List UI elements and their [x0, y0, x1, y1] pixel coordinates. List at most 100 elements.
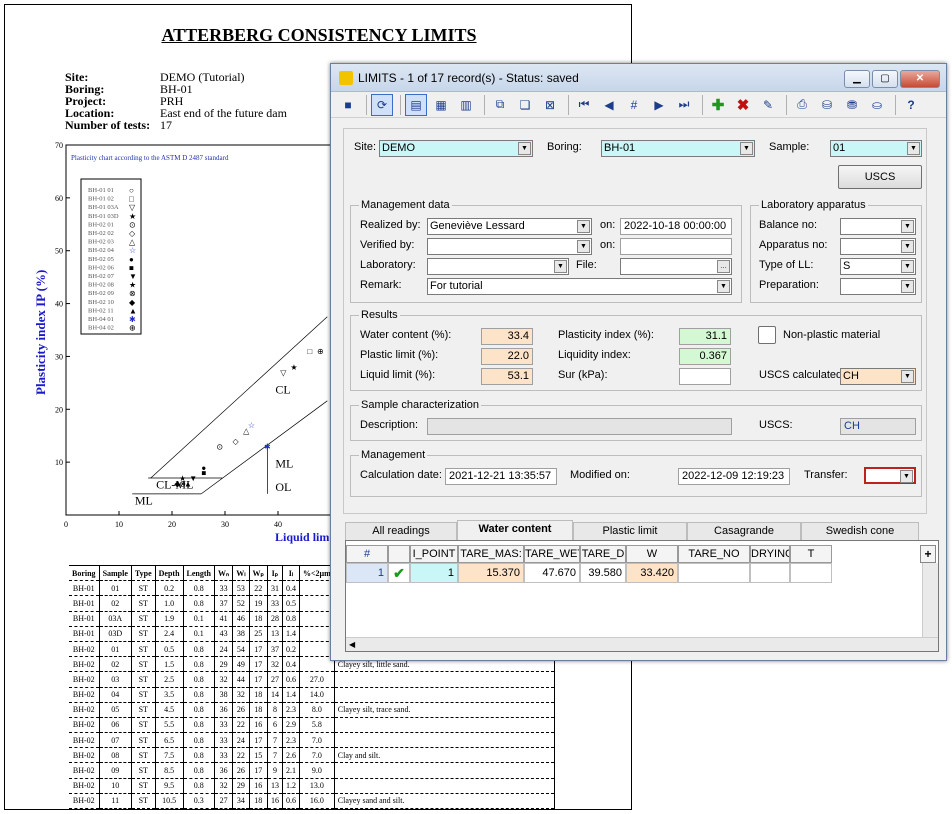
- chevron-down-icon[interactable]: ▼: [901, 370, 914, 383]
- type-ll-select[interactable]: S ▼: [840, 258, 916, 275]
- grid-cell[interactable]: 1: [410, 563, 458, 583]
- grid-view-icon[interactable]: ▦: [430, 94, 452, 116]
- grid-header-cell[interactable]: W: [626, 545, 678, 563]
- preparation-select[interactable]: ▼: [840, 278, 916, 295]
- remark-select[interactable]: For tutorial ▼: [427, 278, 732, 295]
- delete-record-icon[interactable]: ✖: [732, 94, 754, 116]
- add-column-icon[interactable]: +: [920, 545, 936, 563]
- non-plastic-checkbox[interactable]: [758, 326, 776, 344]
- check-icon[interactable]: ✔: [388, 563, 410, 583]
- database-export-icon[interactable]: ⛃: [841, 94, 863, 116]
- sample-select[interactable]: 01 ▼: [830, 140, 922, 157]
- description-input[interactable]: [427, 418, 732, 435]
- tab-all-readings[interactable]: All readings: [345, 522, 457, 540]
- chevron-down-icon[interactable]: ▼: [901, 280, 914, 293]
- grid-cell[interactable]: 33.420: [626, 563, 678, 583]
- realized-select[interactable]: Geneviève Lessard ▼: [427, 218, 592, 235]
- grid-header-cell[interactable]: I_POINT: [410, 545, 458, 563]
- chevron-down-icon[interactable]: ▼: [577, 240, 590, 253]
- chevron-down-icon[interactable]: ▼: [901, 260, 914, 273]
- site-select[interactable]: DEMO ▼: [379, 140, 533, 157]
- table-cell: 0.8: [183, 762, 216, 779]
- data-point: ◇: [233, 437, 240, 446]
- grid-cell[interactable]: [750, 563, 790, 583]
- copy-record-icon[interactable]: ⧉: [489, 94, 511, 116]
- refresh-icon[interactable]: ⟳: [371, 93, 393, 116]
- add-record-icon[interactable]: ✚: [707, 94, 729, 116]
- chevron-down-icon[interactable]: ▼: [901, 220, 914, 233]
- grid-cell[interactable]: 1: [346, 563, 388, 583]
- list-view-icon[interactable]: ▥: [455, 94, 477, 116]
- uscs-button[interactable]: USCS: [838, 165, 922, 189]
- chevron-down-icon[interactable]: ▼: [717, 280, 730, 293]
- boring-select[interactable]: BH-01 ▼: [601, 140, 755, 157]
- grid-header-cell[interactable]: TARE_WET: [524, 545, 580, 563]
- form-view-icon[interactable]: ▤: [405, 93, 427, 116]
- previous-record-icon[interactable]: ◀: [598, 94, 620, 116]
- save-icon[interactable]: ■: [337, 94, 359, 116]
- goto-record-icon[interactable]: #: [623, 94, 645, 116]
- table-cell: 2.9: [282, 717, 300, 734]
- grid-cell[interactable]: 39.580: [580, 563, 626, 583]
- table-cell: 24: [232, 732, 250, 749]
- chevron-down-icon[interactable]: ▼: [554, 260, 567, 273]
- table-header-cell: Length: [183, 564, 216, 582]
- table-cell: 38: [214, 687, 234, 703]
- transfer-select[interactable]: ▼: [864, 467, 916, 484]
- multi-copy-icon[interactable]: ❏: [514, 94, 536, 116]
- balance-select[interactable]: ▼: [840, 218, 916, 235]
- grid-header-cell[interactable]: TARE_MAS:: [458, 545, 524, 563]
- vertical-scrollbar[interactable]: [922, 563, 938, 637]
- grid-cell[interactable]: [790, 563, 832, 583]
- last-record-icon[interactable]: ⏭: [673, 94, 695, 116]
- file-input[interactable]: …: [620, 258, 732, 275]
- first-record-icon[interactable]: ⏮: [573, 94, 595, 116]
- apparatus-select[interactable]: ▼: [840, 238, 916, 255]
- laboratory-select[interactable]: ▼: [427, 258, 569, 275]
- tab-swedish-cone[interactable]: Swedish cone: [801, 522, 919, 540]
- grid-header-cell[interactable]: TARE_NO: [678, 545, 750, 563]
- minimize-button[interactable]: ▁: [844, 70, 870, 88]
- table-cell: BH-02: [69, 641, 100, 658]
- browse-icon[interactable]: …: [717, 260, 730, 273]
- tab-casagrande[interactable]: Casagrande: [687, 522, 801, 540]
- grid-cell[interactable]: 47.670: [524, 563, 580, 583]
- uscs-calculated-select[interactable]: CH ▼: [840, 368, 916, 385]
- tab-water-content[interactable]: Water content: [457, 520, 573, 540]
- verified-date-input[interactable]: [620, 238, 732, 255]
- table-cell: 22: [249, 580, 268, 597]
- database-icon[interactable]: ⛁: [816, 94, 838, 116]
- grid-header-cell[interactable]: DRYINC: [750, 545, 790, 563]
- chevron-down-icon[interactable]: ▼: [577, 220, 590, 233]
- edit-record-icon[interactable]: ✎: [757, 94, 779, 116]
- close-button[interactable]: ✕: [900, 70, 940, 88]
- grid-cell[interactable]: 15.370: [458, 563, 524, 583]
- maximize-button[interactable]: ▢: [872, 70, 898, 88]
- horizontal-scrollbar[interactable]: ◀: [346, 637, 938, 651]
- realized-date-input[interactable]: 2022-10-18 00:00:00: [620, 218, 732, 235]
- verified-select[interactable]: ▼: [427, 238, 592, 255]
- window-titlebar[interactable]: LIMITS - 1 of 17 record(s) - Status: sav…: [331, 64, 946, 92]
- help-icon[interactable]: ?: [900, 94, 922, 116]
- tab-plastic-limit[interactable]: Plastic limit: [573, 522, 687, 540]
- grid-header-cell[interactable]: T: [790, 545, 832, 563]
- chevron-down-icon[interactable]: ▼: [900, 470, 913, 483]
- chevron-down-icon[interactable]: ▼: [907, 142, 920, 155]
- grid-cell[interactable]: [678, 563, 750, 583]
- table-cell: 0.8: [183, 747, 216, 764]
- delete-copy-icon[interactable]: ⊠: [539, 94, 561, 116]
- grid-header-cell[interactable]: TARE_D: [580, 545, 626, 563]
- chevron-down-icon[interactable]: ▼: [740, 142, 753, 155]
- print-icon[interactable]: ⎙: [791, 94, 813, 116]
- database-import-icon[interactable]: ⛀: [866, 94, 888, 116]
- next-record-icon[interactable]: ▶: [648, 94, 670, 116]
- chevron-down-icon[interactable]: ▼: [518, 142, 531, 155]
- grid-row[interactable]: 1 ✔ 1 15.370 47.670 39.580 33.420: [346, 563, 832, 583]
- table-cell: 16: [267, 793, 283, 809]
- sur-input[interactable]: [679, 368, 731, 385]
- uscs-calculated-label: USCS calculated: [759, 369, 843, 381]
- chevron-down-icon[interactable]: ▼: [901, 240, 914, 253]
- grid-header-cell[interactable]: #: [346, 545, 388, 563]
- grid-header-cell[interactable]: [388, 545, 410, 563]
- table-cell: 0.4: [282, 580, 300, 597]
